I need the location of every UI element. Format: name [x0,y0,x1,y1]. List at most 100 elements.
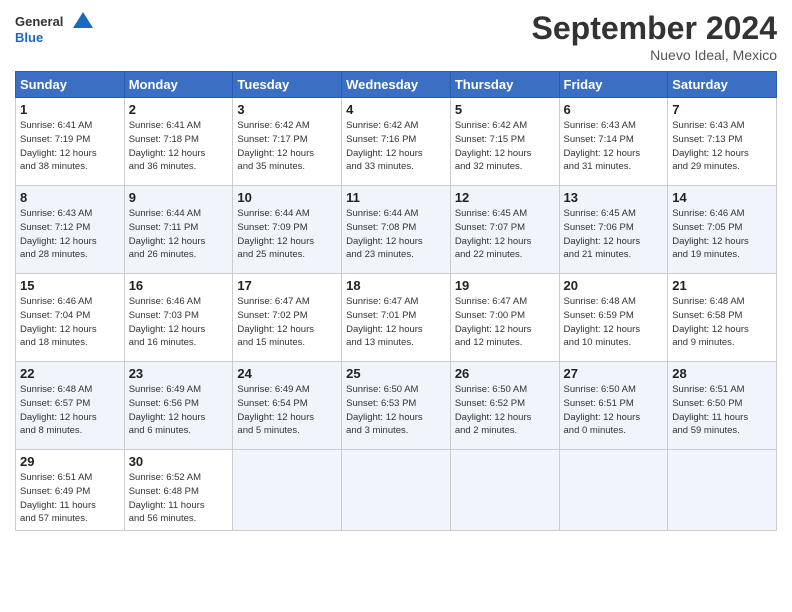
calendar-body: 1 Sunrise: 6:41 AMSunset: 7:19 PMDaylight… [16,98,777,531]
day-number: 14 [672,190,772,205]
calendar-cell: 7 Sunrise: 6:43 AMSunset: 7:13 PMDaylight… [668,98,777,186]
calendar-cell: 9 Sunrise: 6:44 AMSunset: 7:11 PMDaylight… [124,186,233,274]
calendar-cell: 14Sunrise: 6:46 AMSunset: 7:05 PMDayligh… [668,186,777,274]
calendar-cell: 1 Sunrise: 6:41 AMSunset: 7:19 PMDaylight… [16,98,125,186]
day-number: 19 [455,278,555,293]
day-info: Sunrise: 6:52 AMSunset: 6:48 PMDaylight:… [129,471,229,526]
calendar-cell [233,450,342,531]
day-number: 18 [346,278,446,293]
day-number: 3 [237,102,337,117]
calendar-page: General Blue September 2024 Nuevo Ideal,… [0,0,792,612]
day-number: 16 [129,278,229,293]
calendar-cell: 3 Sunrise: 6:42 AMSunset: 7:17 PMDaylight… [233,98,342,186]
calendar-table: SundayMondayTuesdayWednesdayThursdayFrid… [15,71,777,531]
calendar-cell [342,450,451,531]
day-number: 29 [20,454,120,469]
calendar-cell: 24 Sunrise: 6:49 AMSunset: 6:54 PMDayligh… [233,362,342,450]
day-info: Sunrise: 6:48 AMSunset: 6:58 PMDaylight:… [672,295,772,350]
calendar-cell: 30Sunrise: 6:52 AMSunset: 6:48 PMDayligh… [124,450,233,531]
day-info: Sunrise: 6:44 AMSunset: 7:11 PMDaylight:… [129,207,229,262]
calendar-week-row: 15 Sunrise: 6:46 AMSunset: 7:04 PMDayligh… [16,274,777,362]
day-number: 5 [455,102,555,117]
day-number: 23 [129,366,229,381]
day-number: 2 [129,102,229,117]
day-info: Sunrise: 6:50 AMSunset: 6:51 PMDaylight:… [564,383,664,438]
day-info: Sunrise: 6:41 AMSunset: 7:19 PMDaylight:… [20,119,120,174]
calendar-week-row: 8 Sunrise: 6:43 AMSunset: 7:12 PMDaylight… [16,186,777,274]
calendar-cell: 17 Sunrise: 6:47 AMSunset: 7:02 PMDayligh… [233,274,342,362]
calendar-cell: 8 Sunrise: 6:43 AMSunset: 7:12 PMDaylight… [16,186,125,274]
calendar-cell: 18 Sunrise: 6:47 AMSunset: 7:01 PMDayligh… [342,274,451,362]
calendar-cell [559,450,668,531]
calendar-cell: 5 Sunrise: 6:42 AMSunset: 7:15 PMDaylight… [450,98,559,186]
calendar-cell: 27 Sunrise: 6:50 AMSunset: 6:51 PMDayligh… [559,362,668,450]
day-number: 26 [455,366,555,381]
dow-header: Tuesday [233,72,342,98]
calendar-cell: 19Sunrise: 6:47 AMSunset: 7:00 PMDayligh… [450,274,559,362]
calendar-cell: 28 Sunrise: 6:51 AMSunset: 6:50 PMDayligh… [668,362,777,450]
svg-text:General: General [15,14,63,29]
day-number: 20 [564,278,664,293]
calendar-cell: 29 Sunrise: 6:51 AMSunset: 6:49 PMDayligh… [16,450,125,531]
day-number: 24 [237,366,337,381]
day-info: Sunrise: 6:45 AMSunset: 7:07 PMDaylight:… [455,207,555,262]
dow-header: Wednesday [342,72,451,98]
calendar-cell: 13 Sunrise: 6:45 AMSunset: 7:06 PMDayligh… [559,186,668,274]
calendar-cell: 16 Sunrise: 6:46 AMSunset: 7:03 PMDayligh… [124,274,233,362]
day-info: Sunrise: 6:50 AMSunset: 6:53 PMDaylight:… [346,383,446,438]
day-info: Sunrise: 6:43 AMSunset: 7:12 PMDaylight:… [20,207,120,262]
header: General Blue September 2024 Nuevo Ideal,… [15,10,777,63]
day-number: 9 [129,190,229,205]
day-info: Sunrise: 6:46 AMSunset: 7:03 PMDaylight:… [129,295,229,350]
title-area: September 2024 Nuevo Ideal, Mexico [532,10,777,63]
day-info: Sunrise: 6:41 AMSunset: 7:18 PMDaylight:… [129,119,229,174]
day-info: Sunrise: 6:49 AMSunset: 6:54 PMDaylight:… [237,383,337,438]
logo: General Blue [15,10,95,48]
day-number: 15 [20,278,120,293]
calendar-cell: 4Sunrise: 6:42 AMSunset: 7:16 PMDaylight… [342,98,451,186]
month-title: September 2024 [532,10,777,47]
day-number: 1 [20,102,120,117]
calendar-cell: 6Sunrise: 6:43 AMSunset: 7:14 PMDaylight… [559,98,668,186]
calendar-cell: 12 Sunrise: 6:45 AMSunset: 7:07 PMDayligh… [450,186,559,274]
calendar-week-row: 22Sunrise: 6:48 AMSunset: 6:57 PMDayligh… [16,362,777,450]
day-info: Sunrise: 6:42 AMSunset: 7:15 PMDaylight:… [455,119,555,174]
calendar-cell: 23Sunrise: 6:49 AMSunset: 6:56 PMDayligh… [124,362,233,450]
day-number: 8 [20,190,120,205]
calendar-cell: 10 Sunrise: 6:44 AMSunset: 7:09 PMDayligh… [233,186,342,274]
logo-svg: General Blue [15,10,95,48]
calendar-cell: 20 Sunrise: 6:48 AMSunset: 6:59 PMDayligh… [559,274,668,362]
calendar-week-row: 29 Sunrise: 6:51 AMSunset: 6:49 PMDayligh… [16,450,777,531]
location: Nuevo Ideal, Mexico [532,47,777,63]
day-info: Sunrise: 6:46 AMSunset: 7:04 PMDaylight:… [20,295,120,350]
day-number: 25 [346,366,446,381]
day-number: 12 [455,190,555,205]
day-info: Sunrise: 6:44 AMSunset: 7:09 PMDaylight:… [237,207,337,262]
day-number: 21 [672,278,772,293]
day-info: Sunrise: 6:47 AMSunset: 7:02 PMDaylight:… [237,295,337,350]
calendar-week-row: 1 Sunrise: 6:41 AMSunset: 7:19 PMDaylight… [16,98,777,186]
calendar-cell: 22Sunrise: 6:48 AMSunset: 6:57 PMDayligh… [16,362,125,450]
day-number: 28 [672,366,772,381]
day-info: Sunrise: 6:43 AMSunset: 7:13 PMDaylight:… [672,119,772,174]
day-info: Sunrise: 6:48 AMSunset: 6:59 PMDaylight:… [564,295,664,350]
calendar-cell: 25 Sunrise: 6:50 AMSunset: 6:53 PMDayligh… [342,362,451,450]
calendar-cell [668,450,777,531]
day-number: 17 [237,278,337,293]
day-info: Sunrise: 6:42 AMSunset: 7:17 PMDaylight:… [237,119,337,174]
day-info: Sunrise: 6:50 AMSunset: 6:52 PMDaylight:… [455,383,555,438]
day-info: Sunrise: 6:51 AMSunset: 6:50 PMDaylight:… [672,383,772,438]
day-number: 10 [237,190,337,205]
day-number: 7 [672,102,772,117]
calendar-cell: 11Sunrise: 6:44 AMSunset: 7:08 PMDayligh… [342,186,451,274]
day-info: Sunrise: 6:45 AMSunset: 7:06 PMDaylight:… [564,207,664,262]
calendar-cell [450,450,559,531]
day-info: Sunrise: 6:47 AMSunset: 7:01 PMDaylight:… [346,295,446,350]
calendar-cell: 26 Sunrise: 6:50 AMSunset: 6:52 PMDayligh… [450,362,559,450]
dow-header: Saturday [668,72,777,98]
day-number: 6 [564,102,664,117]
day-number: 13 [564,190,664,205]
day-number: 27 [564,366,664,381]
day-info: Sunrise: 6:44 AMSunset: 7:08 PMDaylight:… [346,207,446,262]
day-info: Sunrise: 6:51 AMSunset: 6:49 PMDaylight:… [20,471,120,526]
